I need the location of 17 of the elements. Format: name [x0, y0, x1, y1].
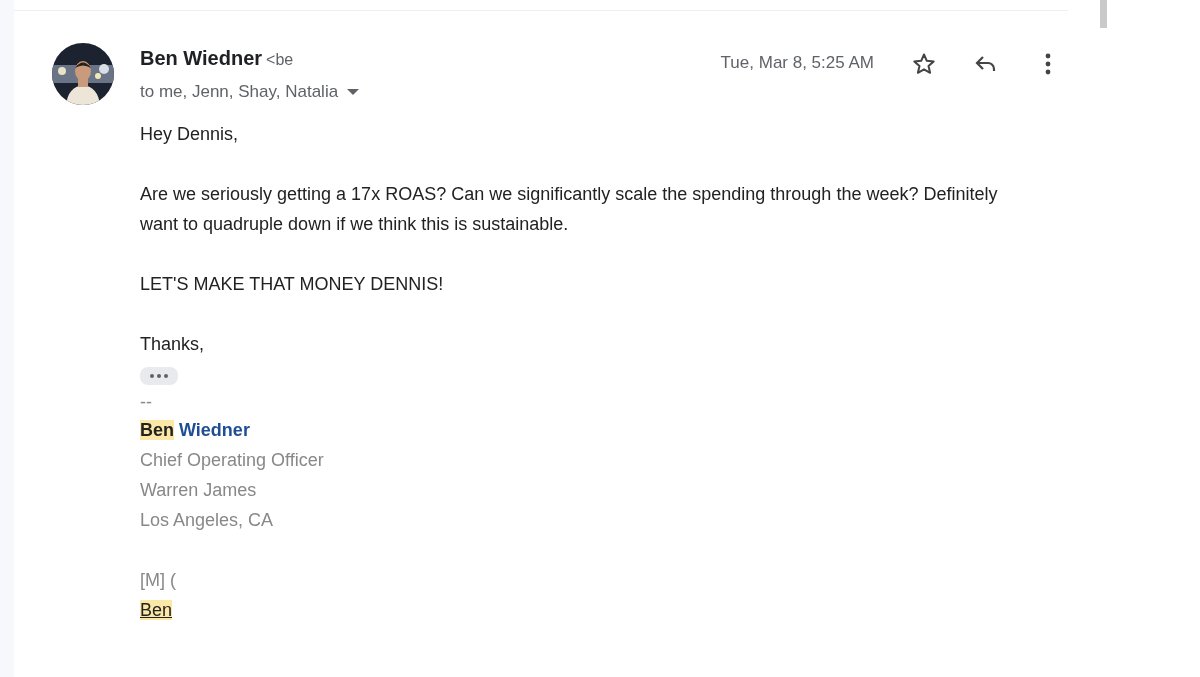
phone-number: [M] ( — [140, 569, 177, 592]
message-paragraph: Hey Dennis, — [140, 123, 240, 146]
dropdown-icon[interactable] — [346, 86, 361, 97]
signature-line: Warren James — [140, 479, 258, 502]
show-trimmed-button[interactable] — [140, 367, 178, 385]
sender-address: <be — [266, 51, 294, 68]
signature-line: Los Angeles, CA — [140, 509, 275, 532]
scrollbar[interactable] — [1100, 0, 1107, 28]
sender-name: Ben Wiedner — [140, 47, 263, 69]
message-paragraph: Are we seriously getting a 17x ROAS? Can we significantly scale the spending through the week? Definitely want to quadruple down if we think this is sustainable. — [140, 183, 999, 236]
signature-line: Chief Operating Officer — [140, 449, 325, 472]
signature-name: Ben Wiedner — [140, 419, 251, 442]
message-paragraph: LET'S MAKE THAT MONEY DENNIS! — [140, 273, 445, 296]
recipient-list: to me, Jenn, Shay, Natalia — [140, 79, 339, 105]
signature-separator: -- — [140, 391, 153, 414]
message-paragraph: Thanks, — [140, 333, 206, 356]
message-date: Tue, Mar 8, 5:25 AM — [720, 52, 874, 74]
